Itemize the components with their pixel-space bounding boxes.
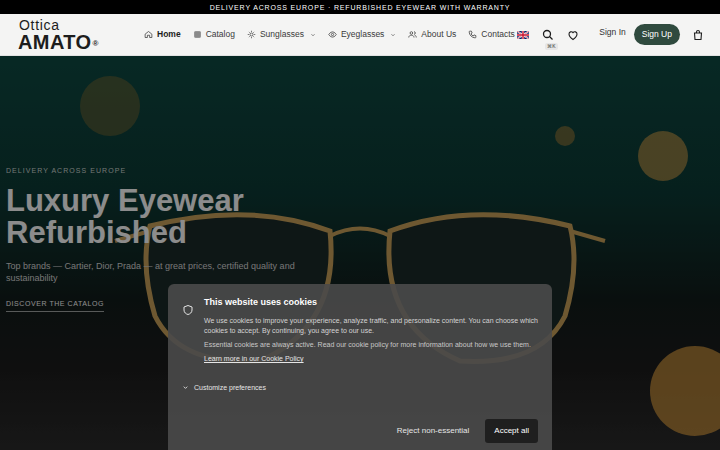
shield-icon — [182, 304, 194, 316]
cookie-actions: Reject non-essential Accept all — [182, 419, 538, 443]
announcement-bar: DELIVERY ACROSS EUROPE · REFURBISHED EYE… — [0, 0, 720, 14]
cart-icon[interactable] — [692, 29, 704, 41]
reject-button[interactable]: Reject non-essential — [389, 419, 477, 443]
nav-item[interactable]: Eyeglasses — [328, 28, 396, 41]
logo-main-row: AMATO ® — [18, 32, 114, 52]
nav-label: Catalog — [206, 28, 235, 41]
cookie-policy-link[interactable]: Learn more in our Cookie Policy — [204, 354, 538, 365]
catalog-icon — [193, 30, 202, 39]
nav-label: Sunglasses — [260, 28, 304, 41]
users-icon — [408, 30, 417, 39]
heart-icon[interactable] — [567, 29, 579, 41]
cookie-main: This website uses cookies We use cookies… — [182, 296, 538, 365]
search-icon — [542, 29, 554, 41]
cookie-dialog: This website uses cookies We use cookies… — [168, 284, 552, 450]
sun-icon — [247, 30, 256, 39]
chevron-down-icon — [310, 32, 316, 38]
nav-item[interactable]: About Us — [408, 28, 456, 41]
cookie-title: This website uses cookies — [204, 296, 538, 310]
cookie-body: We use cookies to improve your experienc… — [204, 316, 538, 337]
sign-up-button[interactable]: Sign Up — [634, 24, 680, 45]
cookie-note: Essential cookies are always active. Rea… — [204, 340, 538, 351]
nav-label: Contacts — [481, 28, 515, 41]
main-nav: Home Catalog Sunglasses Eyeglasses About Us C… — [144, 28, 515, 41]
uk-flag-icon[interactable] — [517, 31, 529, 39]
nav-item[interactable]: Sunglasses — [247, 28, 316, 41]
customize-label: Customize preferences — [194, 383, 266, 394]
logo[interactable]: Ottica AMATO ® — [18, 18, 114, 52]
search-button[interactable]: ⌘K — [542, 29, 554, 41]
logo-main: AMATO — [18, 32, 91, 52]
hero: DELIVERY ACROSS EUROPE Luxury Eyewear Re… — [0, 56, 720, 450]
nav-label: Home — [157, 28, 181, 41]
nav-item[interactable]: Catalog — [193, 28, 235, 41]
chevron-down-icon — [390, 32, 396, 38]
eye-icon — [328, 30, 337, 39]
phone-icon — [468, 30, 477, 39]
home-icon — [144, 30, 153, 39]
header-actions: ⌘K Sign In Sign Up — [517, 24, 704, 45]
nav-label: About Us — [421, 28, 456, 41]
accept-button[interactable]: Accept all — [485, 419, 538, 443]
shortcut-badge: ⌘K — [545, 43, 557, 50]
logo-top: Ottica — [18, 18, 114, 32]
site-header: Ottica AMATO ® Home Catalog Sunglasses Eyeg… — [0, 14, 720, 56]
sign-in-link[interactable]: Sign In — [599, 26, 625, 39]
nav-label: Eyeglasses — [341, 28, 384, 41]
nav-item[interactable]: Contacts — [468, 28, 515, 41]
announcement-text: DELIVERY ACROSS EUROPE · REFURBISHED EYE… — [210, 4, 511, 11]
logo-mark: ® — [92, 40, 98, 48]
customize-toggle[interactable]: Customize preferences — [182, 383, 538, 394]
cookie-text: This website uses cookies We use cookies… — [204, 296, 538, 365]
chevron-down-icon — [182, 384, 189, 391]
nav-item[interactable]: Home — [144, 28, 181, 41]
